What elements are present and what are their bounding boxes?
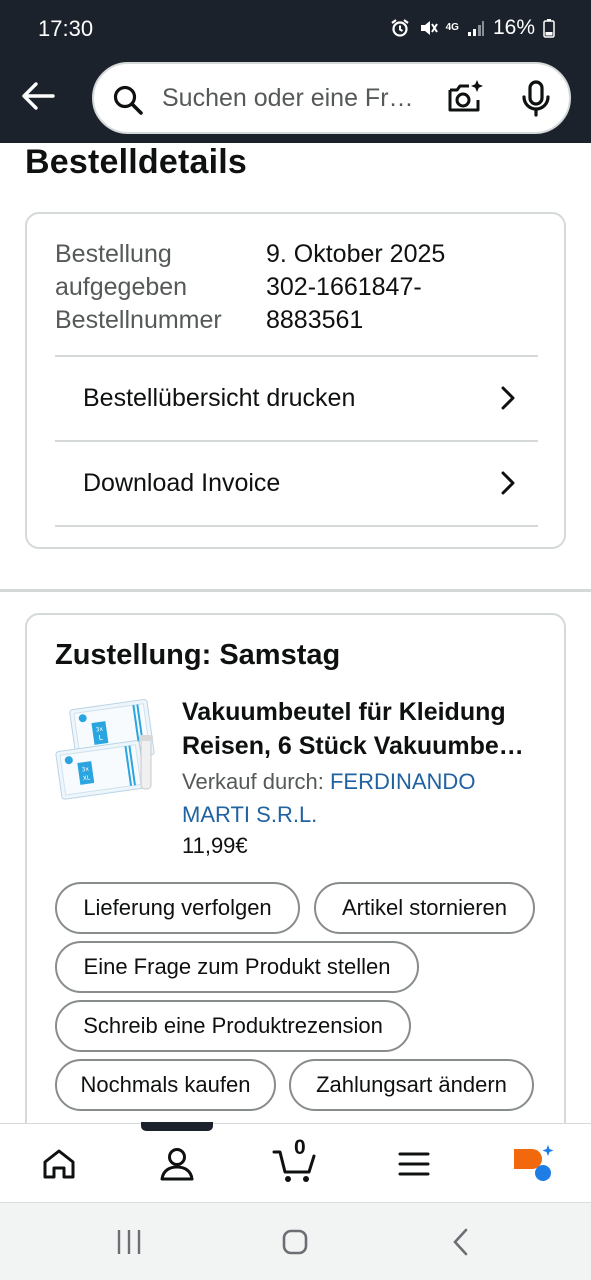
alarm-icon [390,18,410,38]
chevron-right-icon [501,386,515,410]
buy-again-button[interactable]: Nochmals kaufen [55,1059,276,1111]
order-values: 9. Oktober 2025 302-1661847- 8883561 [266,238,445,337]
back-arrow-icon [22,82,55,110]
battery-percent: 16% [492,16,535,39]
change-payment-button[interactable]: Zahlungsart ändern [289,1059,534,1111]
ask-product-question-button[interactable]: Eine Frage zum Produkt stellen [55,941,419,993]
product-price: 11,99€ [182,833,248,858]
order-date-label-cont: aufgegeben [55,273,188,301]
app-header: Suchen oder eine Fr… [0,58,591,143]
status-bar: 17:30 4G 16% [0,0,591,58]
system-nav-bar [0,1202,591,1280]
rufus-assistant-icon [514,1145,554,1181]
menu-icon [398,1152,430,1176]
divider [55,525,538,527]
delivery-card: Zustellung: Samstag 3x L 3x XL Vakuumbeu… [25,613,566,1173]
status-icons: 4G 16% [390,16,555,40]
cancel-item-button[interactable]: Artikel stornieren [314,882,535,934]
home-icon [43,1149,75,1179]
order-labels: Bestellung aufgegeben Bestellnummer [55,238,222,337]
product-title-line1: Vakuumbeutel für Kleidung [182,698,506,726]
account-icon [160,1148,194,1181]
bottom-bag-count: 3x [81,765,90,773]
page-title: Bestelldetails [25,143,248,181]
print-order-summary-link[interactable]: Bestellübersicht drucken [27,356,566,440]
nav-home[interactable] [29,1138,89,1190]
seller-prefix: Verkauf durch: [182,769,330,794]
seller-link[interactable]: FERDINANDO [330,769,475,794]
search-input[interactable]: Suchen oder eine Fr… [92,62,571,134]
order-info-card: Bestellung aufgegeben Bestellnummer 9. O… [25,212,566,549]
scroll-handle [141,1122,213,1131]
order-number-value: 302-1661847- [266,273,422,301]
signal-icon [467,19,485,37]
back-button[interactable] [16,74,60,118]
network-label: 4G [445,22,459,33]
top-bag-count: 3x [95,725,104,733]
seller-info: Verkauf durch: FERDINANDO MARTI S.R.L. [182,765,542,831]
nav-account[interactable] [147,1138,207,1190]
battery-icon [543,18,555,38]
status-time: 17:30 [38,16,94,41]
product-title[interactable]: Vakuumbeutel für Kleidung Reisen, 6 Stüc… [182,695,542,763]
print-order-summary-label: Bestellübersicht drucken [83,383,356,412]
mute-icon [418,18,438,38]
nav-cart[interactable]: 0 [266,1136,326,1190]
download-invoice-link[interactable]: Download Invoice [27,441,566,525]
search-placeholder: Suchen oder eine Fr… [162,84,414,112]
nav-rufus[interactable] [502,1138,562,1190]
chevron-right-icon [501,471,515,495]
delivery-title: Zustellung: Samstag [55,639,341,671]
product-image[interactable]: 3x L 3x XL [55,693,159,801]
cart-count: 0 [294,1136,306,1159]
track-delivery-button[interactable]: Lieferung verfolgen [55,882,300,934]
nav-menu[interactable] [384,1138,444,1190]
camera-search-icon[interactable] [444,78,484,123]
system-back-icon[interactable] [450,1227,472,1257]
product-title-line2: Reisen, 6 Stück Vakuumbe… [182,732,524,760]
microphone-icon[interactable] [520,80,552,123]
bottom-nav: 0 [0,1123,591,1202]
seller-link-cont[interactable]: MARTI S.R.L. [182,802,317,827]
write-review-button[interactable]: Schreib eine Produktrezension [55,1000,411,1052]
order-date-value: 9. Oktober 2025 [266,240,446,268]
search-icon [112,84,144,121]
order-number-label: Bestellnummer [55,306,222,334]
order-number-value-cont: 8883561 [266,306,364,334]
download-invoice-label: Download Invoice [83,468,281,497]
order-date-label: Bestellung [55,240,172,268]
home-button-icon[interactable] [281,1227,309,1257]
recent-apps-icon[interactable] [115,1227,143,1257]
section-separator [0,589,591,592]
